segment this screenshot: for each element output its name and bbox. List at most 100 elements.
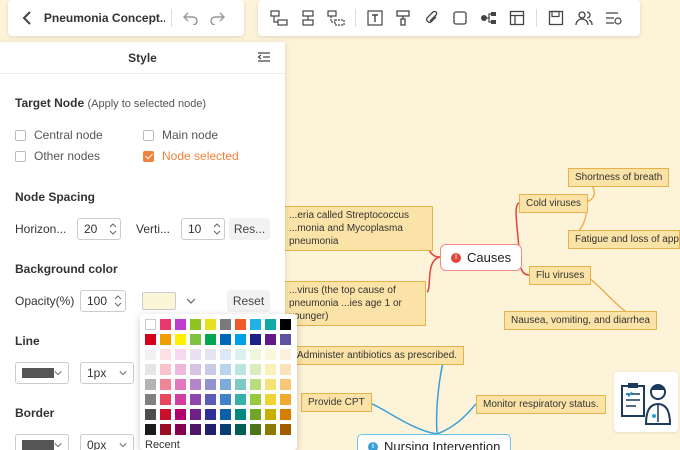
color-swatch[interactable] [220,424,231,435]
node-shortness-of-breath[interactable]: Shortness of breath [568,168,670,187]
attachment-icon[interactable] [421,6,443,30]
color-swatch[interactable] [280,349,291,360]
color-swatch[interactable] [145,364,156,375]
checkbox-node-selected[interactable]: Node selected [143,149,239,163]
color-swatch[interactable] [250,394,261,405]
table-icon[interactable] [506,6,528,30]
color-swatch[interactable] [145,424,156,435]
color-swatch[interactable] [190,364,201,375]
stepper-arrows-icon[interactable] [213,221,221,237]
color-swatch[interactable] [160,319,171,330]
color-swatch[interactable] [250,349,261,360]
format-painter-icon[interactable] [392,6,414,30]
color-swatch[interactable] [235,364,246,375]
outline-icon[interactable] [602,6,624,30]
node-monitor-respiratory[interactable]: Monitor respiratory status. [476,395,606,414]
stepper-arrows-icon[interactable] [114,293,122,309]
color-swatch[interactable] [280,364,291,375]
color-swatch[interactable] [265,394,276,405]
collapse-panel-icon[interactable] [257,51,271,65]
color-swatch[interactable] [205,319,216,330]
color-swatch[interactable] [160,334,171,345]
save-icon[interactable] [545,6,567,30]
color-swatch[interactable] [265,424,276,435]
stepper-arrows-icon[interactable] [109,221,117,237]
color-swatch[interactable] [250,334,261,345]
color-swatch[interactable] [235,319,246,330]
color-swatch[interactable] [160,364,171,375]
color-swatch[interactable] [175,349,186,360]
color-swatch[interactable] [220,349,231,360]
color-swatch[interactable] [235,379,246,390]
checkbox-other-nodes[interactable]: Other nodes [15,149,100,163]
color-swatch[interactable] [250,379,261,390]
color-swatch[interactable] [220,334,231,345]
color-swatch[interactable] [250,319,261,330]
color-swatch[interactable] [235,334,246,345]
node-flu-viruses[interactable]: Flu viruses [529,266,592,285]
color-swatch[interactable] [205,424,216,435]
checkbox-main-node[interactable]: Main node [143,128,218,142]
border-width-select[interactable]: 0px [80,434,134,450]
color-swatch[interactable] [280,424,291,435]
color-swatch[interactable] [265,334,276,345]
vertical-spacing-stepper[interactable]: 10 [181,218,225,240]
collaborate-icon[interactable] [573,6,595,30]
color-swatch[interactable] [145,349,156,360]
color-swatch[interactable] [160,349,171,360]
layout-icon[interactable] [477,6,499,30]
color-swatch[interactable] [160,409,171,420]
color-swatch[interactable] [265,409,276,420]
color-swatch[interactable] [280,379,291,390]
color-swatch[interactable] [280,409,291,420]
undo-icon[interactable] [182,9,200,27]
border-color-select[interactable] [15,434,69,450]
color-swatch[interactable] [265,379,276,390]
back-icon[interactable] [18,9,36,27]
color-swatch[interactable] [190,334,201,345]
color-swatch[interactable] [235,424,246,435]
color-swatch[interactable] [145,379,156,390]
node-virus[interactable]: ...virus (the top cause of pneumonia ...… [282,281,426,326]
color-swatch[interactable] [205,364,216,375]
color-swatch[interactable] [175,394,186,405]
color-swatch[interactable] [190,349,201,360]
color-swatch[interactable] [205,334,216,345]
central-node-causes[interactable]: ! Causes [440,244,523,271]
color-swatch[interactable] [250,424,261,435]
line-width-select[interactable]: 1px [80,362,134,384]
color-swatch[interactable] [220,394,231,405]
color-swatch[interactable] [250,409,261,420]
color-swatch[interactable] [205,409,216,420]
color-swatch[interactable] [160,379,171,390]
insert-floating-topic-icon[interactable] [325,6,347,30]
horizontal-spacing-stepper[interactable]: 20 [77,218,121,240]
node-antibiotics[interactable]: Administer antibiotics as prescribed. [290,346,465,365]
node-provide-cpt[interactable]: Provide CPT [301,393,372,412]
checkbox-central-node[interactable]: Central node [15,128,103,142]
color-swatch[interactable] [145,394,156,405]
color-swatch[interactable] [220,379,231,390]
color-swatch[interactable] [205,394,216,405]
color-swatch[interactable] [160,394,171,405]
insert-topic-icon[interactable] [268,6,290,30]
color-swatch[interactable] [235,394,246,405]
spacing-reset-button[interactable]: Res... [229,218,270,240]
color-swatch[interactable] [145,409,156,420]
background-reset-button[interactable]: Reset [227,290,270,312]
document-title[interactable]: Pneumonia Concept... [44,11,165,25]
color-swatch[interactable] [175,319,186,330]
color-swatch[interactable] [190,379,201,390]
node-cold-viruses[interactable]: Cold viruses [519,194,589,213]
redo-icon[interactable] [208,9,226,27]
insert-subtopic-icon[interactable] [296,6,318,30]
color-swatch[interactable] [190,409,201,420]
color-swatch[interactable] [145,319,156,330]
color-swatch[interactable] [235,409,246,420]
color-swatch[interactable] [175,364,186,375]
color-swatch[interactable] [175,334,186,345]
color-swatch[interactable] [160,424,171,435]
color-swatch[interactable] [265,319,276,330]
node-bacteria[interactable]: ...eria called Streptococcus ...monia an… [282,206,433,251]
color-swatch[interactable] [220,364,231,375]
